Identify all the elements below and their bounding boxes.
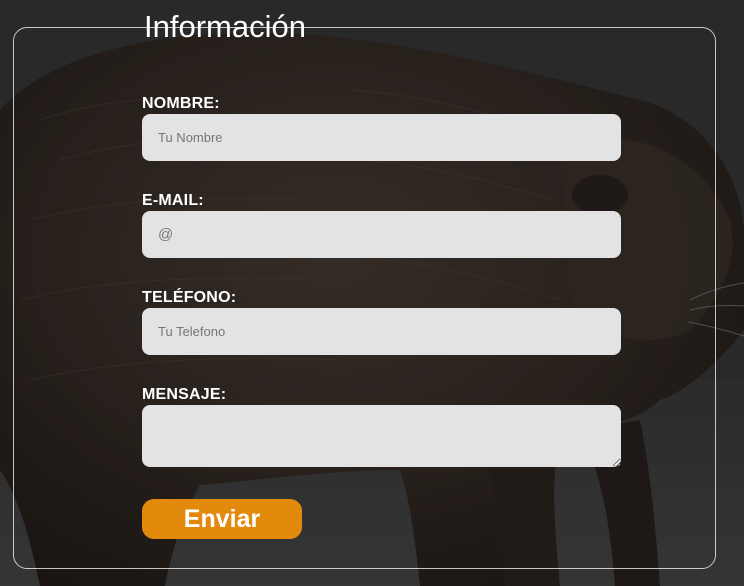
submit-button[interactable]: Enviar — [142, 499, 302, 539]
name-label: NOMBRE: — [142, 95, 220, 112]
form-legend: Información — [144, 9, 306, 44]
form-fieldset — [13, 27, 716, 569]
phone-input[interactable] — [142, 308, 621, 355]
message-label: MENSAJE: — [142, 386, 227, 403]
email-label: E-MAIL: — [142, 192, 204, 209]
contact-page: Información NOMBRE: E-MAIL: TELÉFONO: ME… — [0, 0, 744, 586]
phone-label: TELÉFONO: — [142, 289, 237, 306]
name-input[interactable] — [142, 114, 621, 161]
message-textarea[interactable] — [142, 405, 621, 467]
email-input[interactable] — [142, 211, 621, 258]
